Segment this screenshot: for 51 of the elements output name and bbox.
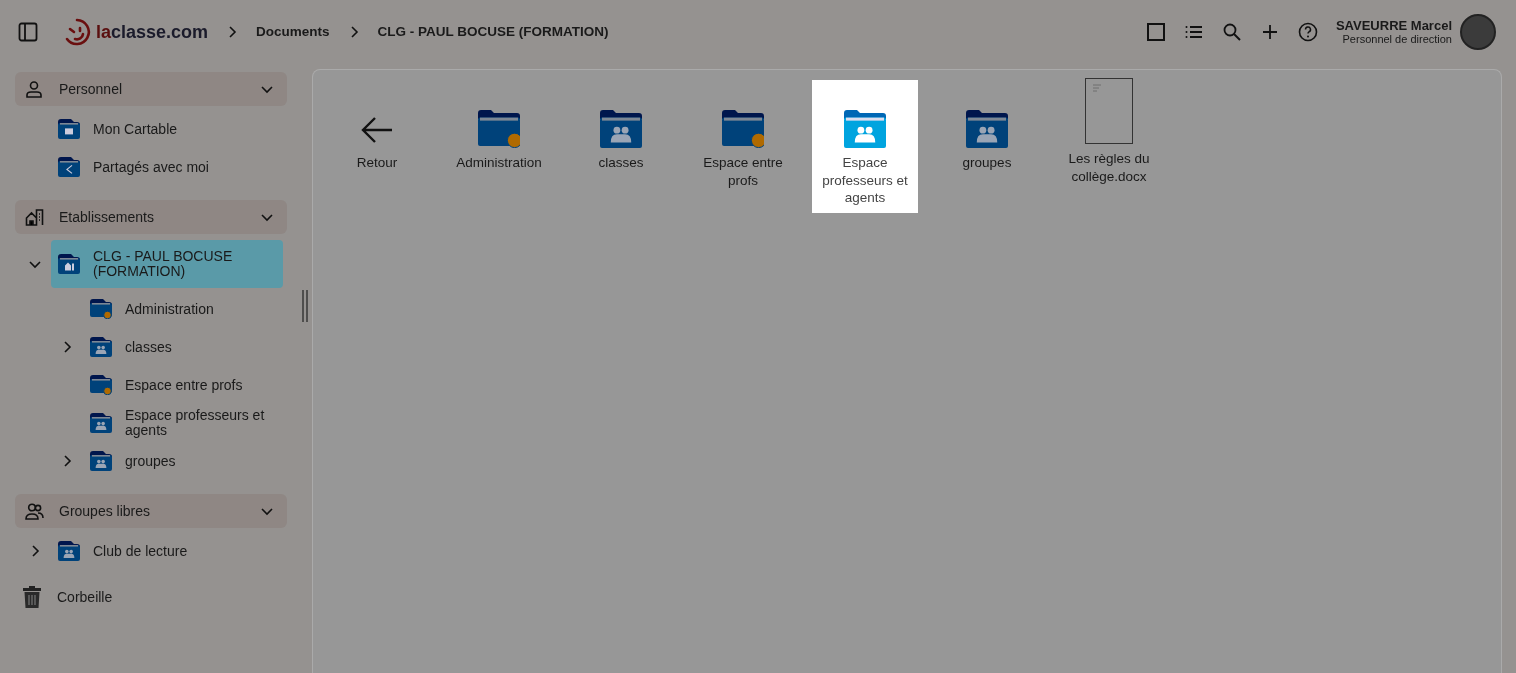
avatar-placeholder[interactable]	[1460, 14, 1496, 50]
folder-icon	[58, 157, 80, 177]
resize-handle-icon[interactable]	[302, 290, 308, 322]
sidebar-toggle-icon[interactable]	[18, 22, 38, 42]
trash-icon	[23, 586, 41, 608]
folder-link[interactable]: CLG - PAUL BOCUSE (FORMATION)	[93, 249, 283, 279]
section-header[interactable]: Etablissements	[15, 200, 287, 234]
folder-icon	[90, 299, 112, 319]
group-folder-icon	[966, 110, 1008, 148]
breadcrumb-link[interactable]: Documents	[256, 21, 330, 43]
people-icon	[25, 502, 45, 520]
site-logo[interactable]: laclasse.com	[96, 18, 209, 46]
help-icon[interactable]	[1297, 22, 1318, 42]
buildings-icon	[25, 208, 45, 226]
folder-icon	[58, 254, 80, 274]
folder-link[interactable]: Espace professeurs et agents	[125, 408, 287, 438]
folder-icon	[722, 110, 764, 148]
file-tile[interactable]: groupes	[934, 80, 1040, 213]
folder-icon	[478, 110, 520, 148]
folder-link[interactable]: Administration	[125, 301, 214, 317]
arrow-left-icon	[360, 116, 394, 144]
group-folder-icon	[600, 110, 642, 148]
folder-link[interactable]: Mon Cartable	[93, 121, 178, 137]
file-tile[interactable]: classes	[568, 80, 674, 213]
group-folder-icon	[844, 110, 886, 148]
folder-icon	[90, 451, 112, 471]
breadcrumb-link[interactable]: CLG - PAUL BOCUSE (FORMATION)	[377, 21, 609, 43]
folder-icon	[90, 337, 112, 357]
file-tile[interactable]: Les règles du collège.docx	[1056, 80, 1162, 213]
section-header[interactable]: Groupes libres	[15, 494, 287, 528]
file-tile[interactable]: Administration	[446, 80, 552, 213]
file-tile[interactable]: Espace entre profs	[690, 80, 796, 213]
folder-link[interactable]: classes	[125, 339, 172, 355]
folder-icon	[58, 119, 80, 139]
document-icon	[1085, 78, 1133, 144]
folder-link[interactable]: groupes	[125, 453, 176, 469]
file-tile[interactable]: Retour	[324, 80, 430, 213]
folder-link[interactable]: Espace entre profs	[125, 377, 243, 393]
user-name: SAVEURRE Marcel	[1335, 18, 1452, 34]
section-header[interactable]: Personnel	[15, 72, 287, 106]
person-icon	[25, 80, 45, 98]
folder-link[interactable]: Club de lecture	[93, 543, 188, 559]
view-toggle-icon[interactable]	[1145, 22, 1166, 42]
user-role: Personnel de direction	[1341, 33, 1452, 46]
trash-link[interactable]: Corbeille	[57, 589, 113, 605]
folder-icon	[90, 375, 112, 395]
folder-icon	[90, 413, 112, 433]
search-icon[interactable]	[1221, 22, 1242, 42]
folder-link[interactable]: Partagés avec moi	[93, 159, 209, 175]
folder-icon	[58, 541, 80, 561]
file-tile[interactable]: Espace professeurs et agents	[812, 80, 918, 213]
